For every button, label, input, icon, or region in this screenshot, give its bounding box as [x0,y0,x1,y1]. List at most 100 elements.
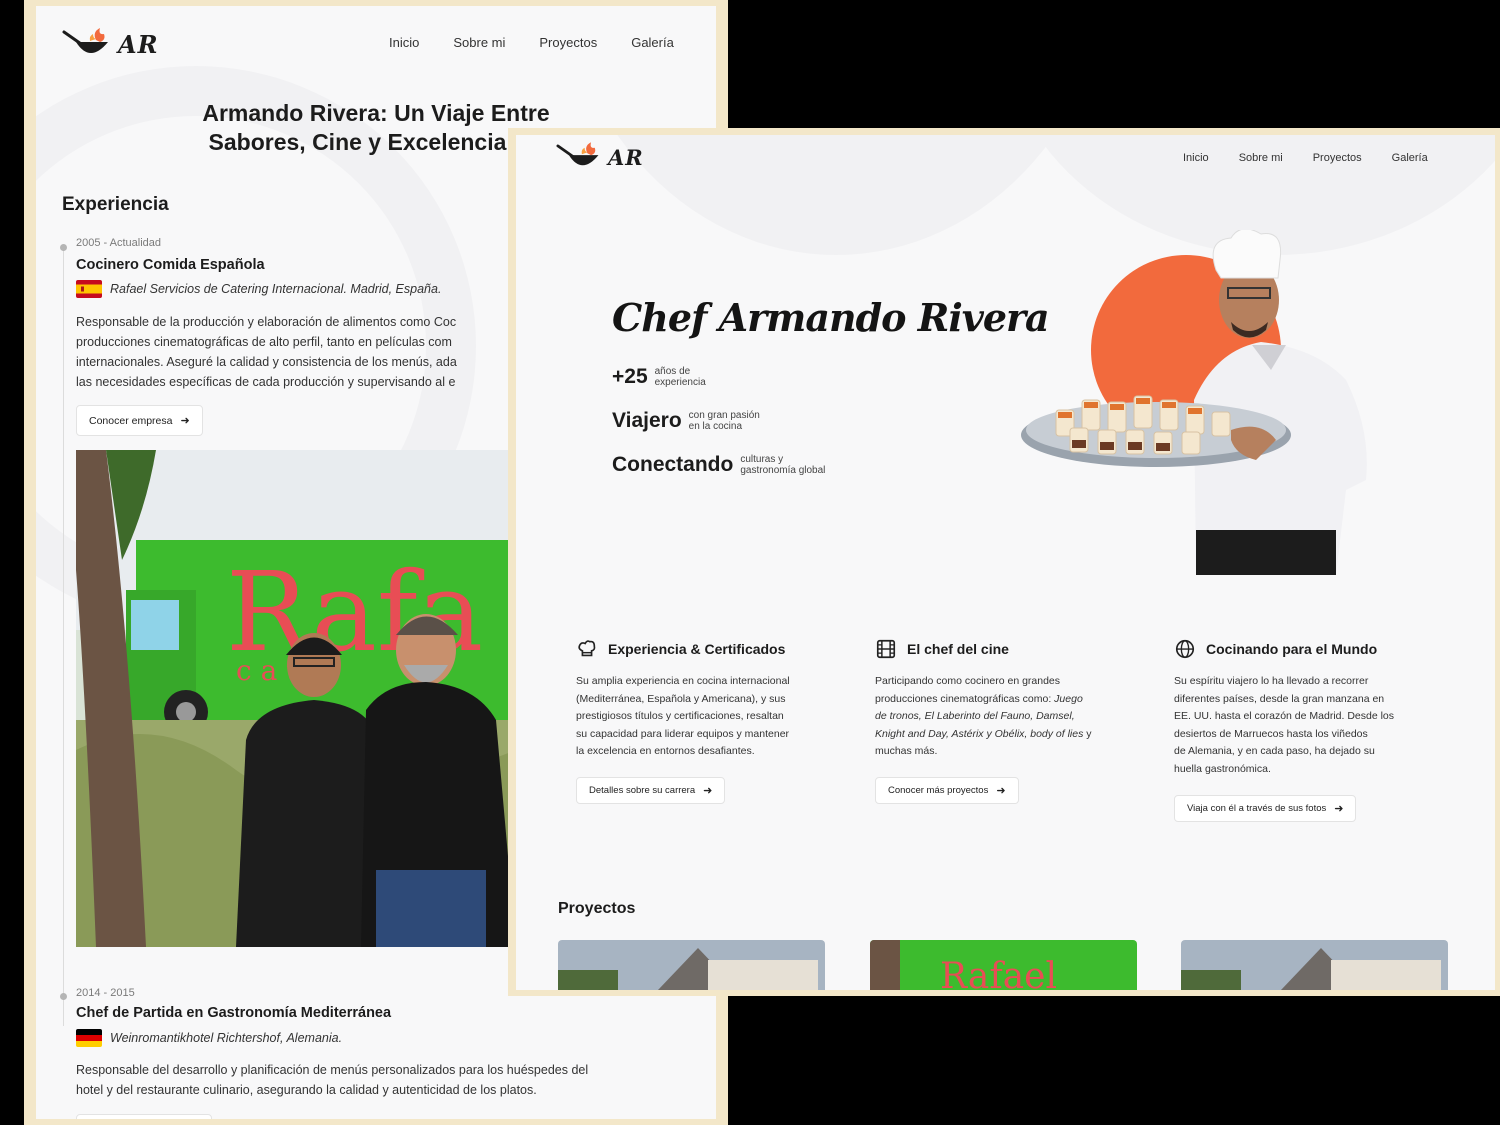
job-title: Chef de Partida en Gastronomía Mediterrá… [76,1005,392,1021]
feature-line: muchas más. [875,745,938,758]
feature-title: El chef del cine [907,641,1009,657]
timeline-dot [60,993,67,1000]
arrow-right-icon: ➜ [1334,803,1344,815]
stat-caption-line: culturas y [740,454,784,465]
nav-sobre-mi[interactable]: Sobre mi [1239,152,1283,164]
feature-heading: Cocinando para el Mundo [1174,638,1377,660]
feature-line: Participando como cocinero en grandes [875,675,1061,687]
button-label: Viaja con él a través de sus fotos [1187,803,1327,814]
spain-flag-icon [76,280,102,298]
logo[interactable]: AR [556,140,644,174]
feature-description: Su espíritu viajero lo ha llevado a reco… [1174,673,1436,779]
stat-value: Conectando [612,453,734,476]
germany-flag-icon [76,1029,102,1047]
logo-wok-icon [62,28,108,53]
feature-line: de Alemania, y en cada paso, ha dejado s… [1174,745,1375,758]
conocer-empresa-button[interactable]: Conocer empresa ➜ [76,405,203,436]
nav-galeria[interactable]: Galería [631,35,674,50]
feature-text: y [1083,727,1092,740]
project-thumbnail[interactable]: Rafael [870,940,1137,990]
stat-value: Viajero [612,409,682,432]
partial-button[interactable] [76,1114,212,1119]
feature-line: diferentes países, desde la gran manzana… [1174,692,1385,705]
feature-line: Knight and Day, Astérix y Obélix, body o… [875,726,1137,744]
company-name: Weinromantikhotel Richtershof, Alemania. [110,1031,343,1045]
timeline-line [63,246,64,1026]
timeline-dot [60,244,67,251]
stat-caption-line: experiencia [654,377,706,388]
nav-inicio[interactable]: Inicio [1183,152,1209,164]
nav-sobre-mi[interactable]: Sobre mi [453,35,505,50]
stat-caption-line: gastronomía global [740,465,826,476]
stat-caption-line: años de [654,366,691,377]
job-period: 2005 - Actualidad [76,237,162,249]
movie-titles: Knight and Day, Astérix y Obélix, body o… [875,727,1084,740]
desc-line: las necesidades específicas de cada prod… [76,375,456,389]
main-nav: Inicio Sobre mi Proyectos Galería [1183,152,1428,164]
feature-line: prestigiosos títulos y certificaciones, … [576,710,784,723]
catering-truck-photo: Rafa c a t r [76,450,516,947]
movie-titles: de tronos, El Laberinto del Fauno, Damse… [875,710,1075,723]
stat-years: +25 años de experiencia [612,365,706,389]
stat-caption: con gran pasión en la cocina [689,410,760,432]
feature-line: Su espíritu viajero lo ha llevado a reco… [1174,675,1369,687]
stat-caption: años de experiencia [655,366,706,388]
stat-caption-line: en la cocina [688,421,743,432]
home-page-screenshot: AR Inicio Sobre mi Proyectos Galería Che… [516,135,1495,990]
nav-proyectos[interactable]: Proyectos [539,35,597,50]
button-label: Conocer más proyectos [888,785,989,796]
stat-connecting: Conectando culturas y gastronomía global [612,453,825,477]
feature-line: (Mediterránea, Española y Americana), y … [576,692,786,705]
desc-line: producciones cinematográficas de alto pe… [76,335,452,349]
feature-title: Cocinando para el Mundo [1206,641,1378,657]
feature-line: Su amplia experiencia en cocina internac… [576,675,790,687]
feature-title: Experiencia & Certificados [608,641,786,657]
feature-description: Participando como cocinero en grandes pr… [875,673,1137,761]
stat-caption-line: con gran pasión [688,410,760,421]
photos-journey-button[interactable]: Viaja con él a través de sus fotos ➜ [1174,795,1357,822]
career-details-button[interactable]: Detalles sobre su carrera ➜ [576,777,726,804]
logo-wok-icon [556,142,599,166]
job-title: Cocinero Comida Española [76,257,265,273]
main-nav: Inicio Sobre mi Proyectos Galería [389,35,674,50]
svg-text:Rafael: Rafael [940,956,1057,990]
job-description: Responsable del desarrollo y planificaci… [76,1060,696,1100]
project-thumbnail[interactable] [558,940,825,990]
feature-line: su capacidad para liderar equipos y mant… [576,727,790,740]
feature-line: huella gastronómica. [1174,762,1271,775]
feature-text: producciones cinematográficas como: [875,692,1055,705]
film-icon [876,639,896,659]
feature-line: EE. UU. hasta el corazón de Madrid. Desd… [1174,710,1395,723]
feature-description: Su amplia experiencia en cocina internac… [576,673,838,761]
nav-inicio[interactable]: Inicio [389,35,419,50]
feature-line: desiertos de Marruecos hasta los viñedos [1174,727,1368,740]
movie-title: Juego [1054,692,1083,705]
feature-heading: Experiencia & Certificados [576,638,785,660]
project-thumbnail[interactable] [1181,940,1448,990]
projects-heading: Proyectos [558,900,636,917]
chef-portrait [1021,230,1367,575]
nav-proyectos[interactable]: Proyectos [1313,152,1362,164]
desc-line: internacionales. Aseguré la calidad y co… [76,355,457,369]
feature-line: de tronos, El Laberinto del Fauno, Damse… [875,708,1137,726]
desc-line: Responsable de la producción y elaboraci… [76,315,457,329]
nav-galeria[interactable]: Galería [1392,152,1428,164]
logo-text: AR [118,29,159,59]
arrow-right-icon: ➜ [180,415,190,427]
chef-hat-icon [578,640,596,657]
page-title-line-1: Armando Rivera: Un Viaje Entre [202,100,550,126]
globe-icon [1175,639,1195,659]
logo[interactable]: AR [62,26,159,62]
company-name: Rafael Servicios de Catering Internacion… [110,282,442,296]
job-company: Weinromantikhotel Richtershof, Alemania. [76,1029,342,1047]
button-label: Conocer empresa [89,414,173,427]
job-company: Rafael Servicios de Catering Internacion… [76,280,441,298]
stat-value: +25 [612,365,648,388]
desc-line: Responsable del desarrollo y planificaci… [76,1063,589,1077]
feature-heading: El chef del cine [875,638,1009,660]
experience-heading: Experiencia [62,194,169,215]
stat-caption: culturas y gastronomía global [740,454,825,476]
button-label: Detalles sobre su carrera [589,785,696,796]
more-projects-button[interactable]: Conocer más proyectos ➜ [875,777,1019,804]
logo-text: AR [608,144,644,170]
